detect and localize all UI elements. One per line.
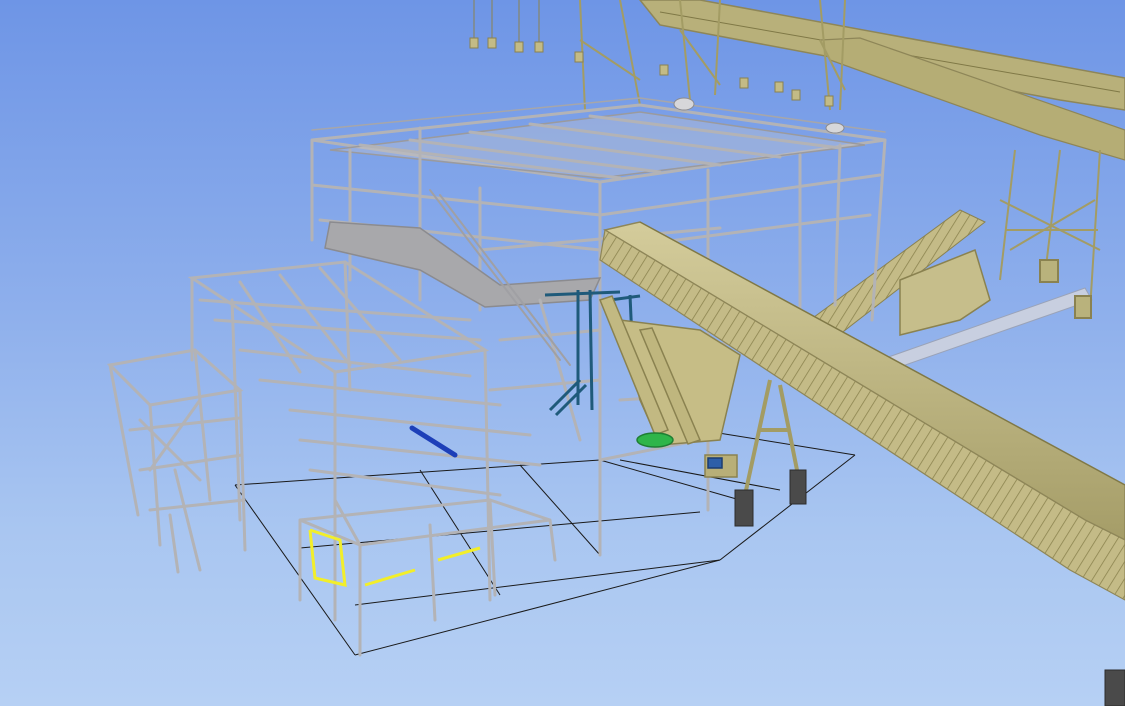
left-stair-tower-top xyxy=(106,348,244,407)
roof-vent xyxy=(825,122,845,134)
pier-block xyxy=(734,489,754,527)
hanging-weight xyxy=(469,37,479,49)
hanging-weight xyxy=(824,95,834,107)
tower-foot xyxy=(1074,295,1092,319)
steel-frame-structure xyxy=(106,97,887,657)
pier-block xyxy=(789,469,807,505)
hanging-weight xyxy=(487,37,497,49)
hanging-weight xyxy=(534,41,544,53)
pier-block xyxy=(1104,669,1125,706)
roof-vent xyxy=(673,97,695,111)
hanging-weight xyxy=(574,51,584,63)
tower-leg xyxy=(999,149,1016,281)
hanging-weight xyxy=(791,89,801,101)
roof-deck xyxy=(329,111,866,179)
hanging-weight xyxy=(739,77,749,89)
hanging-weight xyxy=(514,41,524,53)
ground-grid xyxy=(234,429,856,656)
tower-leg xyxy=(1044,149,1061,276)
hanging-weight xyxy=(659,64,669,76)
tower-foot xyxy=(1039,259,1059,283)
blue-motor xyxy=(707,457,723,469)
plant-structure-3d-scene[interactable] xyxy=(0,0,1125,706)
tower-brace xyxy=(999,199,1101,251)
hanging-weight xyxy=(774,81,784,93)
green-pad xyxy=(636,432,674,448)
3d-model-viewport[interactable] xyxy=(0,0,1125,706)
mast xyxy=(619,0,641,106)
